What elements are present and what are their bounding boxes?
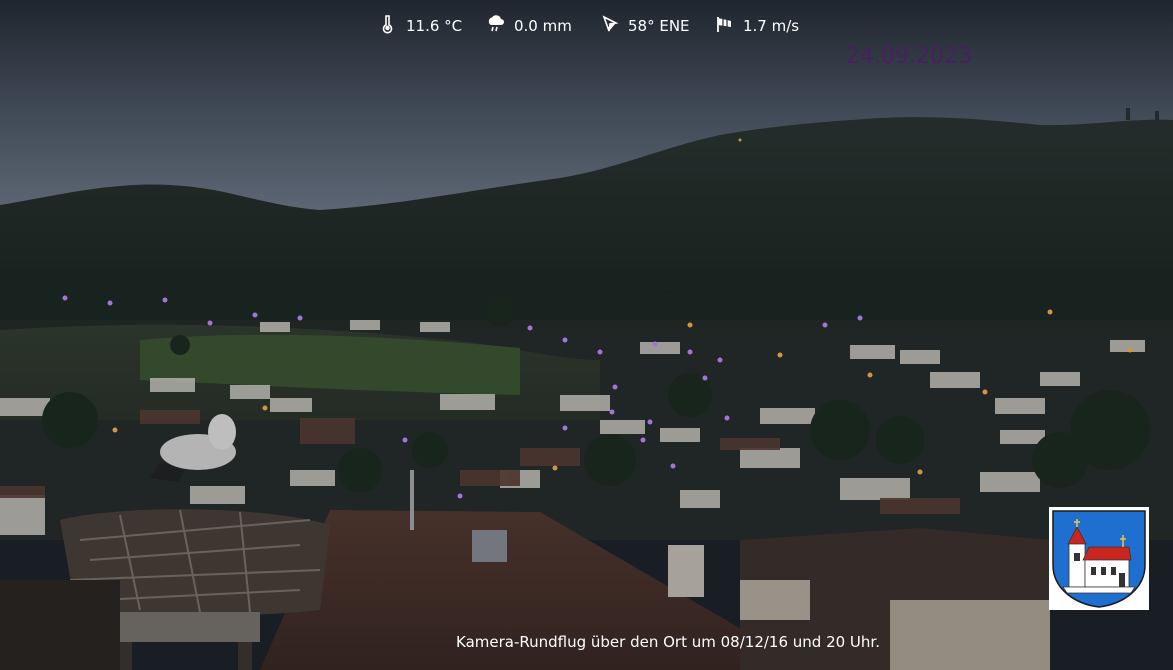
temperature-reading: 11.6 °C xyxy=(378,14,462,38)
webcam-image xyxy=(0,0,1173,670)
compass-icon xyxy=(600,14,620,38)
weather-bar: 11.6 °C 0.0 mm 58° ENE 1.7 m/s xyxy=(0,0,1173,52)
rain-cloud-icon xyxy=(486,14,506,38)
wind-direction-value: 58° ENE xyxy=(628,17,690,35)
precipitation-value: 0.0 mm xyxy=(514,17,572,35)
wind-direction-reading: 58° ENE xyxy=(600,14,690,38)
date-stamp: 24.09.2023 xyxy=(846,44,972,69)
temperature-value: 11.6 °C xyxy=(406,17,463,35)
wind-speed-value: 1.7 m/s xyxy=(743,17,800,35)
crest-graphic xyxy=(1049,507,1149,610)
wind-flag-icon xyxy=(715,14,735,38)
wind-speed-reading: 1.7 m/s xyxy=(715,14,799,38)
webcam-view: 11.6 °C 0.0 mm 58° ENE 1.7 m/s 24.09.202… xyxy=(0,0,1173,670)
precipitation-reading: 0.0 mm xyxy=(486,14,572,38)
caption-text: Kamera-Rundflug über den Ort um 08/12/16… xyxy=(456,633,880,651)
thermometer-icon xyxy=(378,14,398,38)
coat-of-arms xyxy=(1049,507,1149,610)
